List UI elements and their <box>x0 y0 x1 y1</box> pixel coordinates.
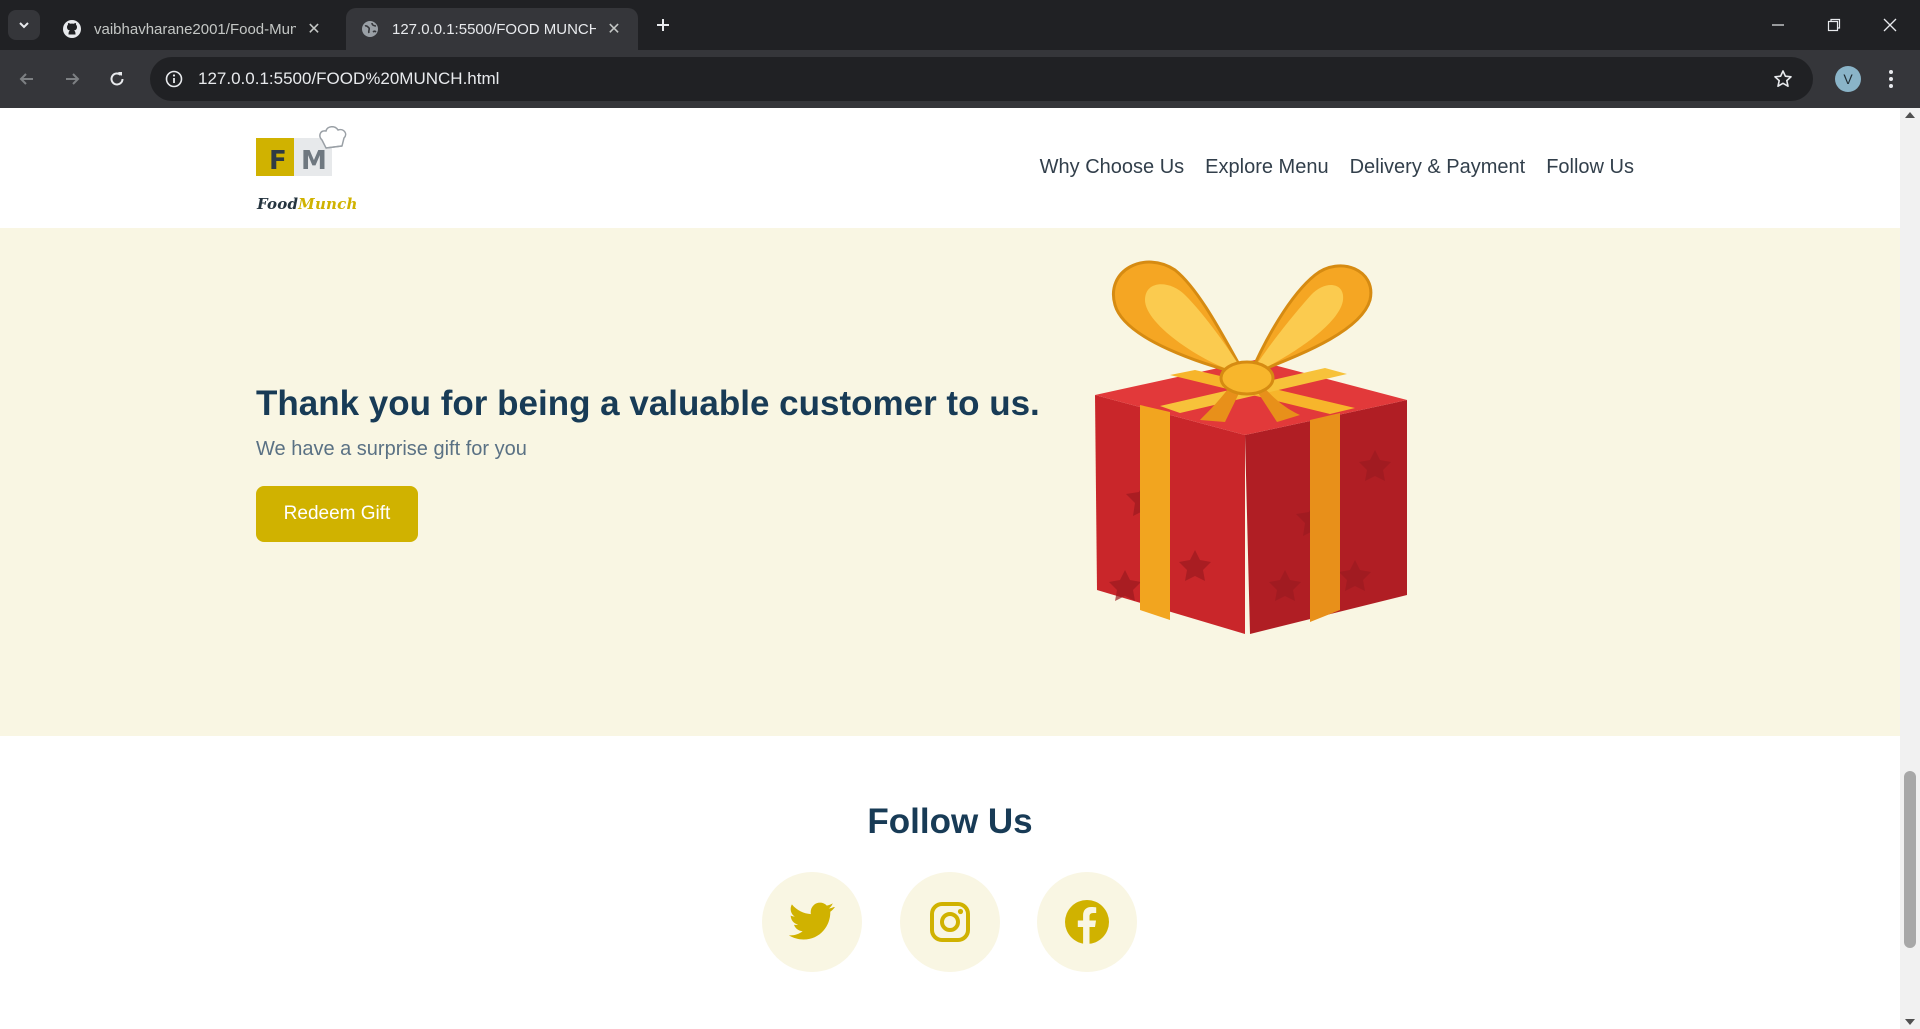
close-tab-icon[interactable]: ✕ <box>604 19 624 39</box>
arrow-left-icon <box>19 73 33 85</box>
twitter-button[interactable] <box>762 872 862 972</box>
follow-us-section: Follow Us <box>0 736 1900 1029</box>
follow-us-heading: Follow Us <box>867 802 1033 841</box>
site-info-icon[interactable] <box>154 59 194 99</box>
back-button[interactable] <box>12 64 42 94</box>
nav-link-follow-us[interactable]: Follow Us <box>1546 156 1634 179</box>
plus-icon <box>657 19 669 31</box>
tab-search-button[interactable] <box>8 10 40 40</box>
url-text[interactable]: 127.0.0.1:5500/FOOD%20MUNCH.html <box>198 69 1765 89</box>
globe-icon <box>360 19 380 39</box>
page-viewport: F M FoodMunch Why Choose Us Explore Menu… <box>0 108 1900 1029</box>
github-icon <box>62 19 82 39</box>
restore-icon <box>1827 18 1841 32</box>
scroll-down-arrow-icon[interactable] <box>1905 1019 1915 1025</box>
bookmark-star-icon[interactable] <box>1765 61 1801 97</box>
browser-tab-food-munch[interactable]: 127.0.0.1:5500/FOOD MUNCH.html ✕ <box>346 8 638 50</box>
nav-links: Why Choose Us Explore Menu Delivery & Pa… <box>1040 156 1634 179</box>
twitter-icon <box>789 902 835 940</box>
forward-button[interactable] <box>57 64 87 94</box>
restore-button[interactable] <box>1814 8 1854 42</box>
profile-avatar[interactable]: V <box>1835 66 1861 92</box>
scrollbar-thumb[interactable] <box>1904 771 1916 948</box>
gift-box-icon <box>1095 260 1407 634</box>
minimize-button[interactable] <box>1758 8 1798 42</box>
facebook-button[interactable] <box>1037 872 1137 972</box>
redeem-gift-button[interactable]: Redeem Gift <box>256 486 418 542</box>
thanks-subtext: We have a surprise gift for you <box>256 438 527 460</box>
thanks-heading: Thank you for being a valuable customer … <box>256 384 1040 423</box>
logo-wordmark: FoodMunch <box>257 195 358 213</box>
svg-text:M: M <box>301 146 327 176</box>
browser-tab-github[interactable]: vaibhavharane2001/Food-Munch ✕ <box>48 8 338 50</box>
close-window-button[interactable] <box>1870 8 1910 42</box>
minimize-icon <box>1772 24 1784 26</box>
close-tab-icon[interactable]: ✕ <box>304 19 324 39</box>
close-icon <box>1883 18 1897 32</box>
facebook-icon <box>1065 900 1109 944</box>
browser-toolbar: 127.0.0.1:5500/FOOD%20MUNCH.html V <box>0 50 1920 108</box>
instagram-icon <box>930 902 970 942</box>
nav-link-delivery-payment[interactable]: Delivery & Payment <box>1350 156 1526 179</box>
browser-tab-bar: vaibhavharane2001/Food-Munch ✕ 127.0.0.1… <box>0 0 1920 50</box>
instagram-button[interactable] <box>900 872 1000 972</box>
scroll-up-arrow-icon[interactable] <box>1905 112 1915 118</box>
reload-button[interactable] <box>102 64 132 94</box>
tab-title: vaibhavharane2001/Food-Munch <box>94 20 296 38</box>
chef-hat-icon <box>319 126 347 149</box>
reload-icon <box>110 72 124 86</box>
page-scrollbar[interactable] <box>1900 108 1920 1029</box>
new-tab-button[interactable] <box>650 12 676 38</box>
nav-link-why-choose-us[interactable]: Why Choose Us <box>1040 156 1185 179</box>
more-vert-icon <box>1889 70 1893 88</box>
arrow-right-icon <box>66 73 80 85</box>
site-navbar: F M FoodMunch Why Choose Us Explore Menu… <box>0 108 1900 228</box>
nav-link-explore-menu[interactable]: Explore Menu <box>1205 156 1328 179</box>
browser-menu-button[interactable] <box>1876 64 1906 94</box>
chevron-down-icon <box>19 22 29 29</box>
address-bar[interactable]: 127.0.0.1:5500/FOOD%20MUNCH.html <box>150 57 1813 101</box>
thanks-section: Thank you for being a valuable customer … <box>0 228 1900 736</box>
tab-title: 127.0.0.1:5500/FOOD MUNCH.html <box>392 20 596 38</box>
svg-text:F: F <box>269 146 287 176</box>
